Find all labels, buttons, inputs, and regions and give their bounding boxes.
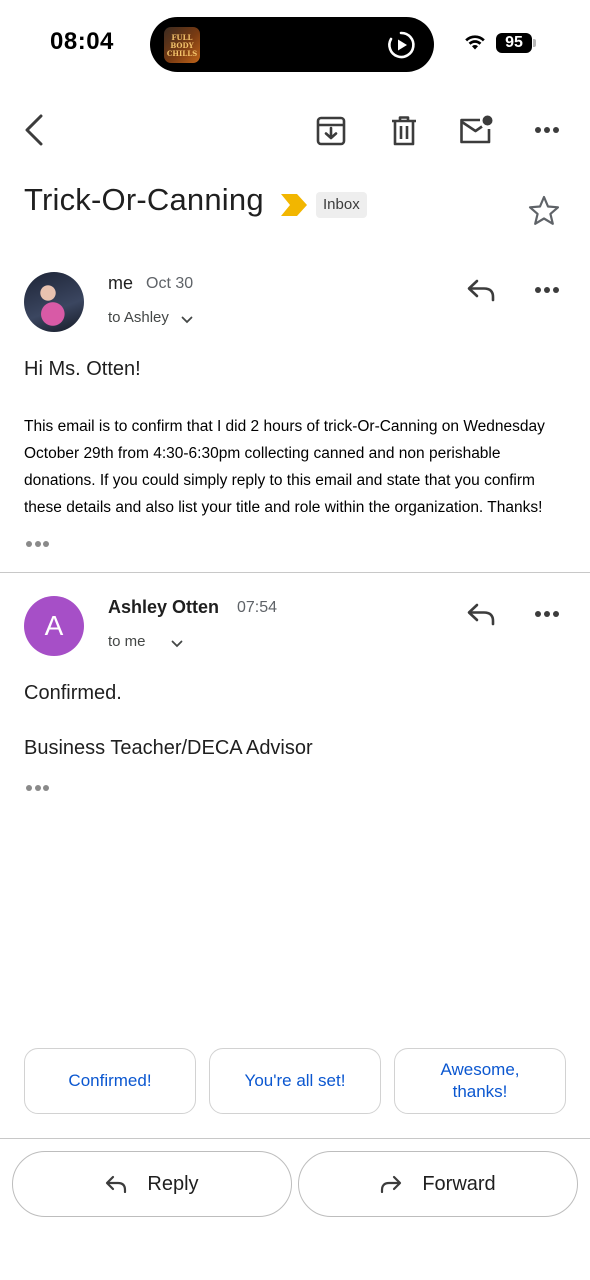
message-greeting: Hi Ms. Otten!	[24, 358, 141, 380]
delete-button[interactable]	[388, 113, 420, 149]
back-arrow-icon	[25, 114, 43, 146]
chevron-down-icon[interactable]	[171, 640, 183, 648]
forward-icon	[381, 1175, 402, 1193]
recipient-summary[interactable]: to me	[108, 633, 146, 650]
star-icon[interactable]	[528, 195, 560, 226]
archive-button[interactable]	[314, 114, 348, 148]
mark-unread-button[interactable]	[458, 114, 494, 146]
message-line-signature: Business Teacher/DECA Advisor	[24, 737, 313, 759]
smart-reply-chip[interactable]: You're all set!	[209, 1048, 381, 1114]
reply-icon[interactable]	[466, 278, 496, 302]
message-more-icon[interactable]	[534, 610, 560, 618]
recipient-summary[interactable]: to Ashley	[108, 309, 169, 326]
smart-reply-chip[interactable]: Awesome, thanks!	[394, 1048, 566, 1114]
message-divider	[0, 572, 590, 573]
now-playing-thumbnail: FULL BODY CHILLS	[164, 27, 200, 63]
reply-button[interactable]: Reply	[12, 1151, 292, 1217]
sender-name: Ashley Otten	[108, 597, 220, 617]
sender-avatar[interactable]: A	[24, 596, 84, 656]
smart-reply-chip[interactable]: Confirmed!	[24, 1048, 196, 1114]
more-options-button[interactable]	[532, 122, 562, 138]
message-date: 07:54	[237, 599, 278, 616]
archive-icon	[316, 116, 346, 146]
mark-unread-icon	[460, 115, 493, 144]
important-marker-icon[interactable]	[281, 194, 307, 216]
reply-icon	[106, 1175, 127, 1193]
reply-icon[interactable]	[466, 602, 496, 626]
message-body: This email is to confirm that I did 2 ho…	[24, 418, 545, 516]
reply-button-label: Reply	[147, 1172, 199, 1195]
battery-indicator: 95	[496, 33, 532, 53]
status-time: 08:04	[50, 28, 114, 55]
play-icon[interactable]	[386, 30, 416, 60]
more-horizontal-icon	[535, 127, 559, 133]
show-trimmed-content-button[interactable]	[26, 541, 52, 547]
trash-icon	[392, 116, 416, 146]
message-date: Oct 30	[146, 275, 194, 292]
wifi-icon	[465, 35, 485, 50]
sender-name: me	[108, 273, 134, 293]
back-button[interactable]	[18, 112, 50, 148]
sender-avatar-photo[interactable]	[24, 272, 84, 332]
forward-button-label: Forward	[422, 1172, 496, 1195]
forward-button[interactable]: Forward	[298, 1151, 578, 1217]
message-line-confirmed: Confirmed.	[24, 682, 122, 704]
battery-tip	[533, 39, 536, 47]
email-subject: Trick-Or-Canning	[24, 182, 264, 217]
dynamic-island[interactable]: FULL BODY CHILLS	[150, 17, 434, 72]
bottom-divider	[0, 1138, 590, 1139]
chevron-down-icon[interactable]	[181, 316, 193, 324]
message-more-icon[interactable]	[534, 286, 560, 294]
inbox-label-chip[interactable]: Inbox	[316, 192, 367, 218]
show-trimmed-content-button[interactable]	[26, 785, 52, 791]
